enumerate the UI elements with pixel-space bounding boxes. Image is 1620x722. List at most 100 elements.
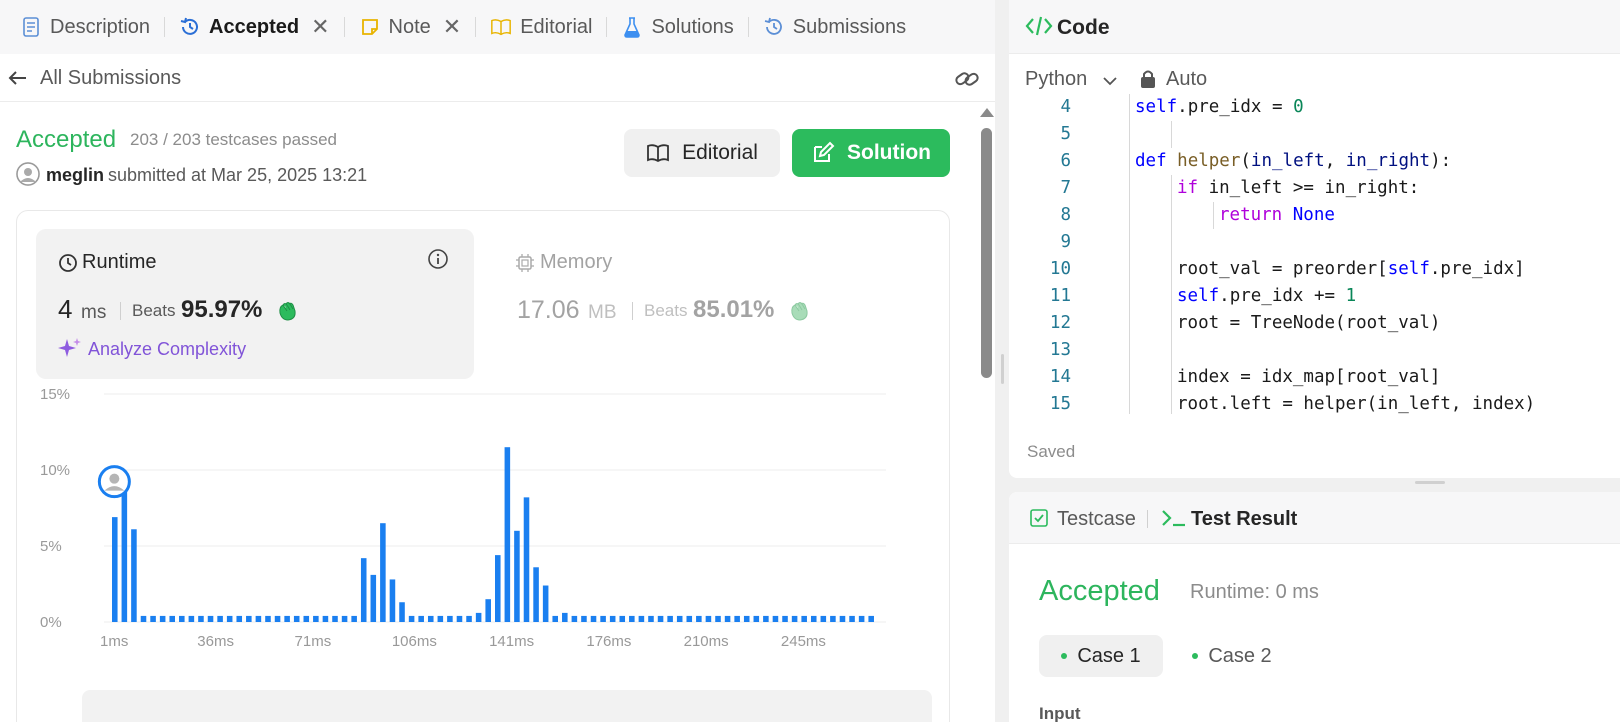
code-line[interactable]: 11 self.pre_idx += 1 xyxy=(1009,283,1620,310)
editorial-button[interactable]: Editorial xyxy=(624,129,780,177)
distribution-bar[interactable] xyxy=(246,615,252,622)
distribution-bar[interactable] xyxy=(418,615,424,622)
chevron-down-icon[interactable] xyxy=(1101,72,1119,90)
code-line[interactable]: 4 self.pre_idx = 0 xyxy=(1009,94,1620,121)
distribution-bar[interactable] xyxy=(772,615,779,622)
tab-note[interactable]: Note ✕ xyxy=(349,0,472,54)
chart-range-scrubber[interactable] xyxy=(82,690,932,722)
solution-button[interactable]: Solution xyxy=(792,129,950,177)
distribution-bar[interactable] xyxy=(830,615,836,622)
distribution-bar[interactable] xyxy=(600,615,606,622)
distribution-bar[interactable] xyxy=(198,615,204,622)
your-submission-marker[interactable] xyxy=(97,465,131,499)
distribution-bar[interactable] xyxy=(743,615,750,622)
distribution-bar[interactable] xyxy=(619,615,626,622)
distribution-bar[interactable] xyxy=(427,615,434,622)
distribution-bar[interactable] xyxy=(485,599,491,622)
distribution-bar[interactable] xyxy=(121,483,128,622)
distribution-bar[interactable] xyxy=(389,579,396,622)
distribution-bar[interactable] xyxy=(226,615,233,622)
distribution-bar[interactable] xyxy=(839,615,846,622)
case-2-tab[interactable]: Case 2 xyxy=(1177,635,1287,677)
code-line[interactable]: 6 def helper(in_left, in_right): xyxy=(1009,148,1620,175)
distribution-bar[interactable] xyxy=(763,615,769,622)
close-icon[interactable]: ✕ xyxy=(311,14,329,40)
distribution-bar[interactable] xyxy=(849,615,855,622)
scrollbar[interactable] xyxy=(978,104,994,722)
avatar[interactable] xyxy=(16,162,40,186)
distribution-bar[interactable] xyxy=(466,615,472,622)
distribution-bar[interactable] xyxy=(112,517,118,622)
distribution-bar[interactable] xyxy=(638,615,645,622)
distribution-bar[interactable] xyxy=(217,615,223,622)
distribution-bar[interactable] xyxy=(629,615,635,622)
distribution-bar[interactable] xyxy=(810,615,817,622)
tab-description[interactable]: Description xyxy=(10,0,160,54)
code-line[interactable]: 13 xyxy=(1009,337,1620,364)
all-submissions-link[interactable]: All Submissions xyxy=(40,67,181,90)
distribution-bar[interactable] xyxy=(360,558,367,622)
distribution-bar[interactable] xyxy=(686,615,693,622)
tab-accepted[interactable]: Accepted ✕ xyxy=(169,0,339,54)
distribution-bar[interactable] xyxy=(791,615,798,622)
distribution-bar[interactable] xyxy=(475,612,482,622)
auto-mode-label[interactable]: Auto xyxy=(1166,68,1207,91)
distribution-bar[interactable] xyxy=(514,530,520,622)
code-line[interactable]: 7 if in_left >= in_right: xyxy=(1009,175,1620,202)
code-editor[interactable]: 4 self.pre_idx = 0 5 6 def helper(in_left, i… xyxy=(1009,94,1620,414)
code-line[interactable]: 9 xyxy=(1009,229,1620,256)
distribution-bar[interactable] xyxy=(399,602,405,622)
distribution-bar[interactable] xyxy=(370,574,377,622)
tab-editorial[interactable]: Editorial xyxy=(480,0,602,54)
submitter-username[interactable]: meglin xyxy=(46,165,104,186)
tab-solutions[interactable]: Solutions xyxy=(611,0,743,54)
info-icon[interactable] xyxy=(427,248,449,270)
distribution-bar[interactable] xyxy=(609,615,616,622)
link-icon[interactable] xyxy=(954,66,980,92)
distribution-bar[interactable] xyxy=(523,497,530,622)
tab-submissions[interactable]: Submissions xyxy=(753,0,916,54)
distribution-bar[interactable] xyxy=(820,615,827,622)
tab-test-result[interactable]: Test Result xyxy=(1191,508,1297,531)
distribution-bar[interactable] xyxy=(188,615,195,622)
distribution-bar[interactable] xyxy=(447,615,453,622)
distribution-bar[interactable] xyxy=(150,615,156,622)
distribution-bar[interactable] xyxy=(724,615,731,622)
distribution-bar[interactable] xyxy=(140,615,147,622)
distribution-bar[interactable] xyxy=(380,523,386,622)
distribution-bar[interactable] xyxy=(255,615,262,622)
distribution-bar[interactable] xyxy=(236,615,243,622)
code-line[interactable]: 10 root_val = preorder[self.pre_idx] xyxy=(1009,256,1620,283)
distribution-bar[interactable] xyxy=(293,615,300,622)
distribution-bar[interactable] xyxy=(676,615,683,622)
distribution-bar[interactable] xyxy=(562,612,568,622)
distribution-bar[interactable] xyxy=(456,615,463,622)
scroll-up-arrow[interactable] xyxy=(980,108,994,117)
distribution-bar[interactable] xyxy=(858,615,865,622)
code-line[interactable]: 5 xyxy=(1009,121,1620,148)
distribution-bar[interactable] xyxy=(581,615,587,622)
distribution-bar[interactable] xyxy=(542,585,549,622)
distribution-bar[interactable] xyxy=(696,615,702,622)
distribution-bar[interactable] xyxy=(657,615,664,622)
distribution-bar[interactable] xyxy=(801,615,807,622)
distribution-bar[interactable] xyxy=(408,615,415,622)
distribution-bar[interactable] xyxy=(207,615,214,622)
distribution-bar[interactable] xyxy=(341,615,348,622)
distribution-bar[interactable] xyxy=(351,615,357,622)
distribution-bar[interactable] xyxy=(274,615,281,622)
distribution-bar[interactable] xyxy=(667,615,673,622)
distribution-bar[interactable] xyxy=(590,615,597,622)
resize-handle[interactable] xyxy=(1415,481,1445,484)
distribution-bar[interactable] xyxy=(705,615,712,622)
distribution-bar[interactable] xyxy=(179,615,185,622)
resize-handle[interactable] xyxy=(1001,354,1004,384)
code-line[interactable]: 14 index = idx_map[root_val] xyxy=(1009,364,1620,391)
distribution-bar[interactable] xyxy=(313,615,319,622)
distribution-bar[interactable] xyxy=(648,615,654,622)
distribution-bar[interactable] xyxy=(159,615,166,622)
language-select[interactable]: Python xyxy=(1025,68,1087,91)
distribution-bar[interactable] xyxy=(552,615,559,622)
back-arrow-icon[interactable] xyxy=(6,66,30,90)
runtime-distribution-chart[interactable]: 0% 5% 10% 15% 1ms 36ms 71ms 106ms 141ms 176ms 210m… xyxy=(40,386,920,682)
